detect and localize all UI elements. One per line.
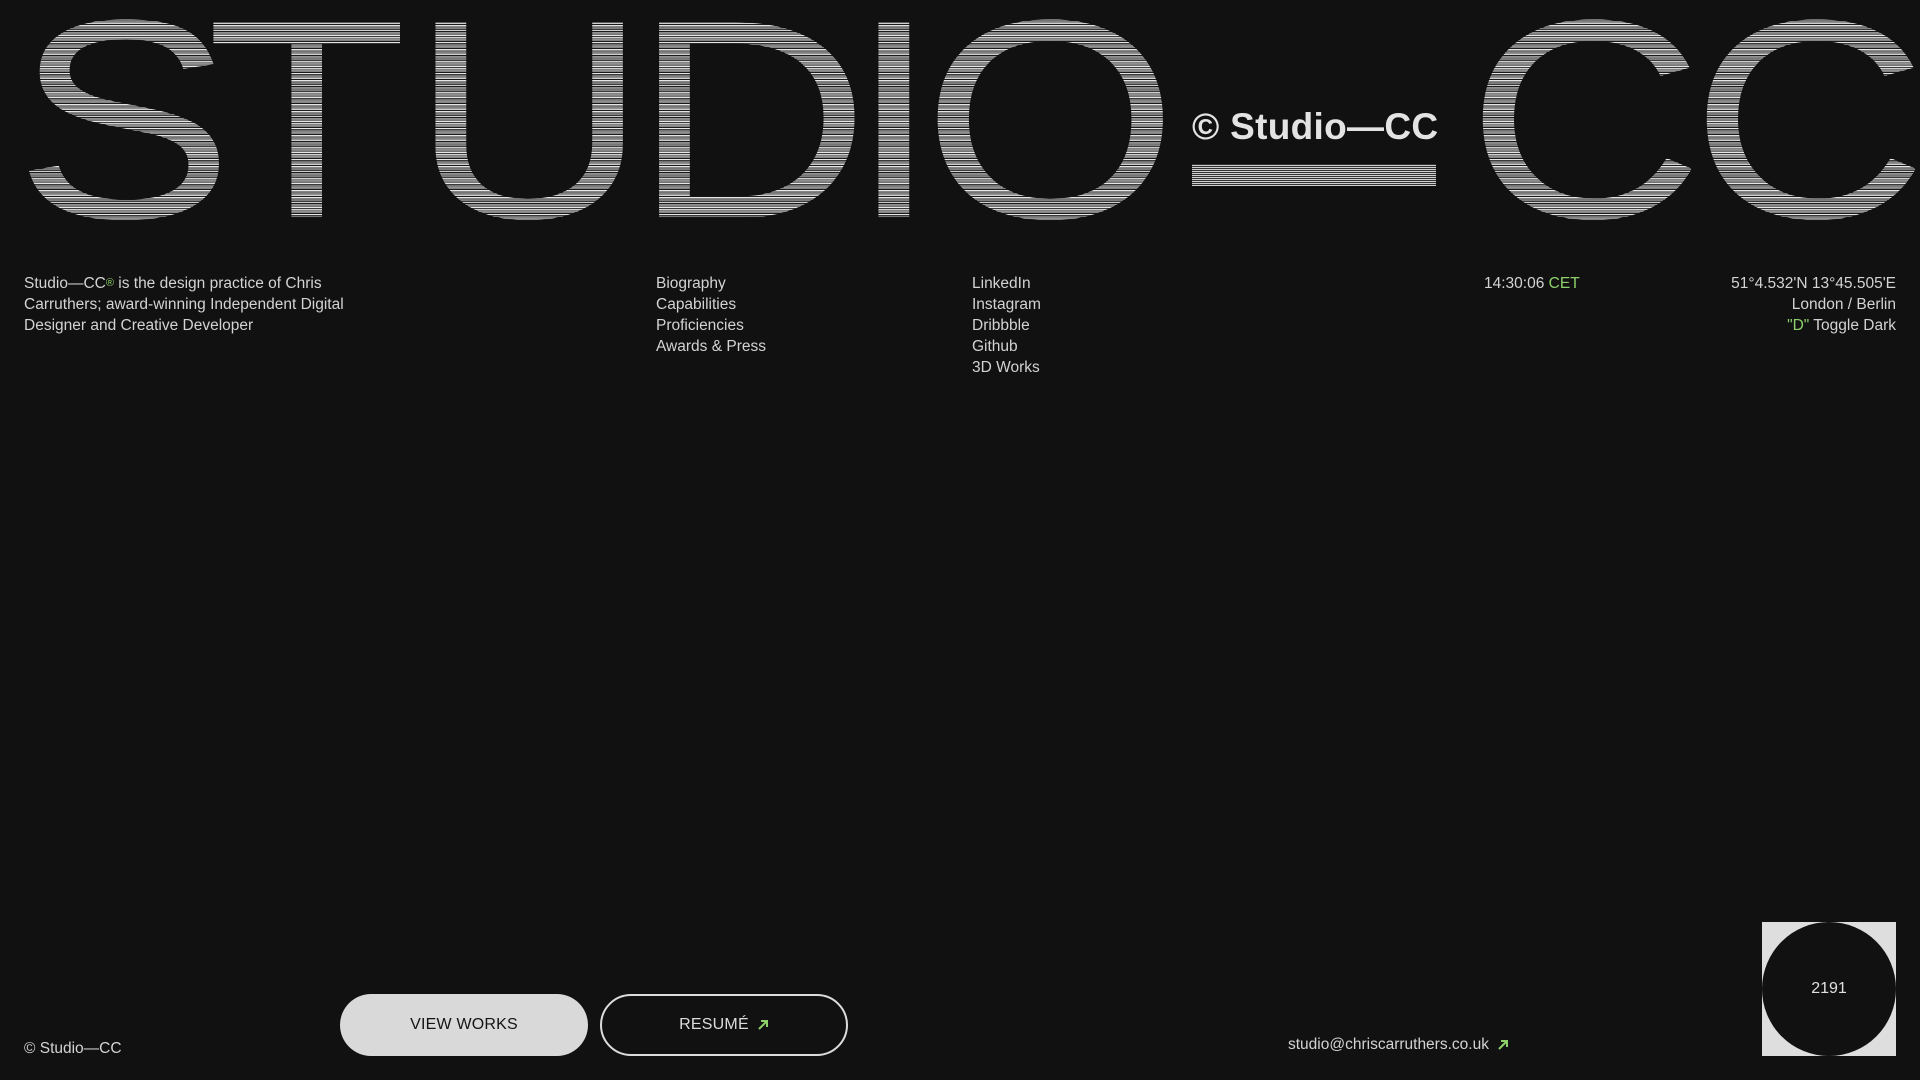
social-nav: LinkedIn Instagram Dribbble Github 3D Wo… (972, 273, 1041, 378)
email-link[interactable]: studio@chriscarruthers.co.uk (1288, 1036, 1509, 1054)
hero-letter-t: T (206, 0, 408, 278)
social-link-dribbble[interactable]: Dribbble (972, 315, 1041, 336)
resume-label: RESUMÉ (679, 1016, 749, 1033)
nav-item-proficiencies[interactable]: Proficiencies (656, 315, 766, 336)
intro-name: Studio—CC (24, 275, 106, 292)
view-works-button[interactable]: VIEW WORKS (340, 994, 588, 1056)
social-link-linkedin[interactable]: LinkedIn (972, 273, 1041, 294)
registered-mark: ® (105, 277, 114, 289)
counter-badge: 2191 (1762, 922, 1896, 1056)
clock: 14:30:06 CET (1484, 273, 1580, 294)
cities: London / Berlin (1791, 296, 1896, 313)
main-nav: Biography Capabilities Proficiencies Awa… (656, 273, 766, 357)
email-address: studio@chriscarruthers.co.uk (1288, 1036, 1489, 1053)
hero-letter-o: O (922, 0, 1179, 278)
nav-item-awards-press[interactable]: Awards & Press (656, 336, 766, 357)
hero-brand-label: © Studio—CC (1192, 106, 1439, 147)
social-link-github[interactable]: Github (972, 336, 1041, 357)
intro-text: Studio—CC® is the design practice of Chr… (24, 273, 364, 336)
page: S T U D I O © Studio—CC C C Studio—CC® i… (0, 0, 1920, 1080)
clock-zone: CET (1548, 275, 1580, 292)
nav-item-biography[interactable]: Biography (656, 273, 766, 294)
hero-letter-s: S (14, 0, 234, 278)
hero-letter-d: D (632, 0, 870, 278)
counter-circle: 2191 (1762, 922, 1896, 1056)
social-link-instagram[interactable]: Instagram (972, 294, 1041, 315)
dark-mode-toggle[interactable]: "D" Toggle Dark (1731, 315, 1896, 336)
clock-time: 14:30:06 (1484, 275, 1545, 292)
social-link-3d-works[interactable]: 3D Works (972, 357, 1041, 378)
toggle-key: "D" (1787, 317, 1810, 334)
resume-button[interactable]: RESUMÉ (600, 994, 848, 1056)
hero-wordmark: S T U D I O © Studio—CC C C (0, 0, 1920, 278)
coordinates: 51°4.532'N 13°45.505'E (1731, 275, 1896, 292)
hero-dash (1192, 164, 1436, 186)
nav-item-capabilities[interactable]: Capabilities (656, 294, 766, 315)
view-works-label: VIEW WORKS (410, 1016, 518, 1033)
arrow-up-right-icon (1498, 1040, 1508, 1050)
counter-value: 2191 (1811, 980, 1847, 997)
location-block: 51°4.532'N 13°45.505'E London / Berlin "… (1731, 273, 1896, 336)
hero-letter-u: U (410, 0, 648, 278)
footer-copyright: © Studio—CC (24, 1040, 122, 1057)
arrow-up-right-icon (758, 1020, 768, 1030)
hero-letter-c2: C (1690, 0, 1920, 261)
toggle-label: Toggle Dark (1809, 317, 1896, 334)
hero-letter-c1: C (1466, 0, 1704, 278)
